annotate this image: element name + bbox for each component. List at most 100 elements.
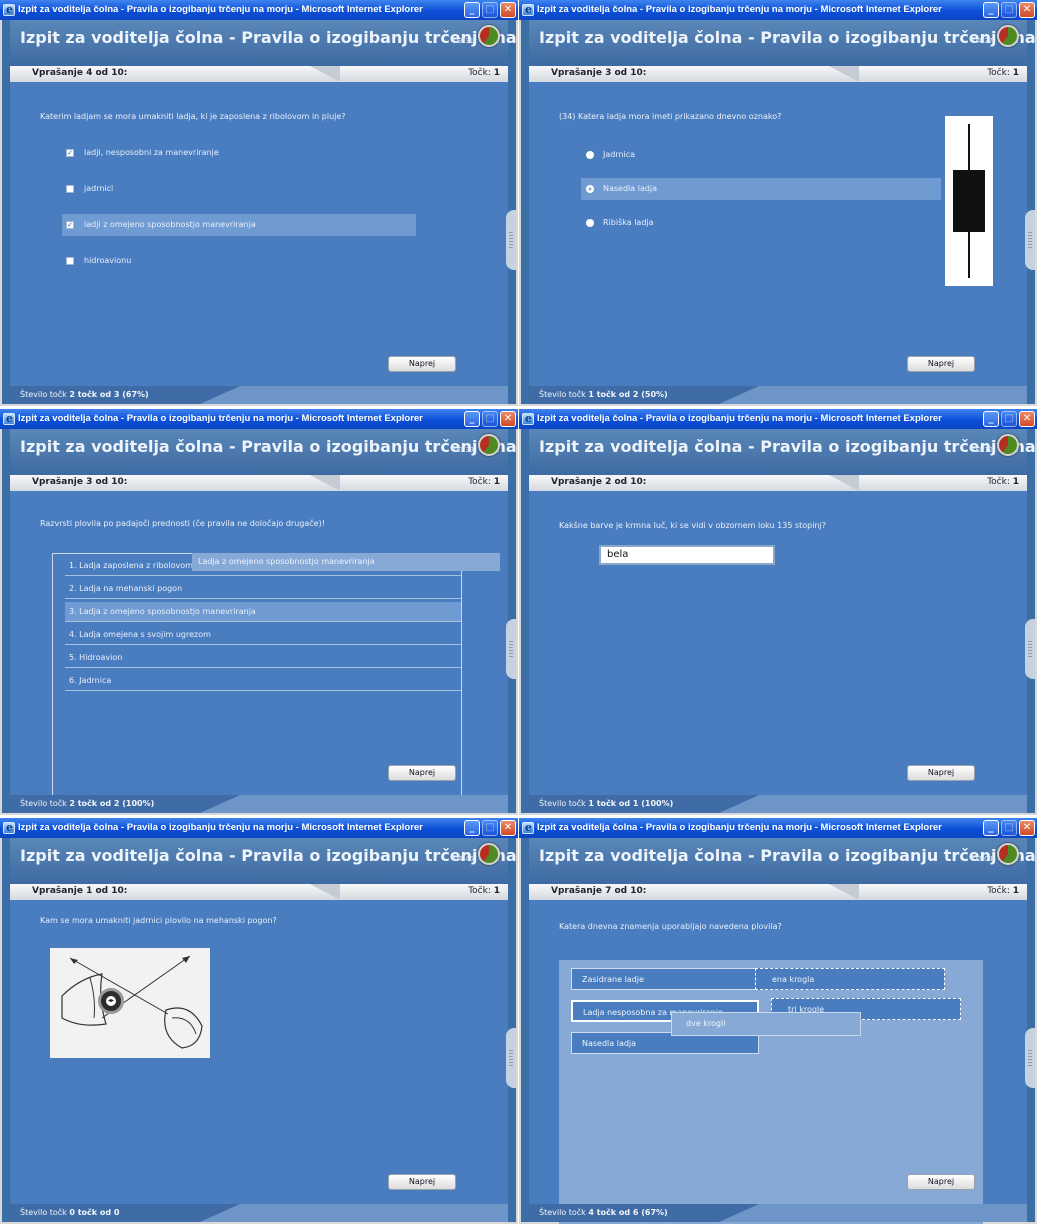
maximize-button[interactable]: □ (482, 2, 498, 18)
side-drawer-handle[interactable] (506, 1028, 516, 1088)
app-header: Izpit za voditelja čolna - Pravila o izo… (529, 429, 1037, 475)
option-radio-selected[interactable]: Nasedla ladja (581, 178, 941, 200)
minimize-button[interactable]: _ (464, 411, 480, 427)
app-client: Izpit za voditelja čolna - Pravila o izo… (521, 838, 1037, 1224)
internet-explorer-icon (522, 409, 534, 429)
window-titlebar[interactable]: Izpit za voditelja čolna - Pravila o izo… (0, 818, 518, 838)
points-label: Točk: (987, 68, 1010, 78)
maximize-button[interactable]: □ (1001, 820, 1017, 836)
side-drawer-handle[interactable] (1025, 1028, 1035, 1088)
status-value: 4 točk od 6 (67%) (588, 1208, 668, 1217)
checkbox-unchecked-icon[interactable] (66, 257, 74, 265)
clock-icon (478, 25, 500, 47)
maximize-button[interactable]: □ (482, 411, 498, 427)
side-drawer-handle[interactable] (1025, 210, 1035, 270)
checkbox-checked-icon[interactable]: ✓ (66, 221, 74, 229)
minimize-button[interactable]: _ (464, 2, 480, 18)
radio-unselected-icon[interactable] (586, 151, 594, 159)
status-decoration (759, 795, 1027, 813)
question-text: Kam se mora umakniti jadrnici plovilo na… (40, 916, 277, 925)
window-titlebar[interactable]: Izpit za voditelja čolna - Pravila o izo… (519, 409, 1037, 429)
timer: 03:31 (453, 37, 474, 45)
question-panel: Kakšne barve je krmna luč, ki se vidi v … (529, 491, 1027, 795)
match-drop-target[interactable]: ena krogla (755, 968, 945, 990)
question-text: Katerim ladjam se mora umakniti ladja, k… (40, 112, 346, 121)
window-title: Izpit za voditelja čolna - Pravila o izo… (537, 4, 942, 15)
status-label: Število točk (539, 799, 586, 808)
checkbox-unchecked-icon[interactable] (66, 185, 74, 193)
checkbox-checked-icon[interactable]: ✓ (66, 149, 74, 157)
play-icon[interactable]: ◂▸ (106, 996, 116, 1006)
next-button[interactable]: Naprej (907, 356, 975, 372)
question-text: Katera dnevna znamenja uporabljajo naved… (559, 922, 782, 931)
points-label: Točk: (987, 477, 1010, 487)
side-drawer-handle[interactable] (1025, 619, 1035, 679)
next-button[interactable]: Naprej (907, 765, 975, 781)
app-title: Izpit za voditelja čolna - Pravila o izo… (539, 437, 1037, 456)
window-titlebar[interactable]: Izpit za voditelja čolna - Pravila o izo… (519, 0, 1037, 20)
window-title: Izpit za voditelja čolna - Pravila o izo… (18, 822, 423, 833)
close-button[interactable]: ✕ (1019, 820, 1035, 836)
status-value: 2 točk od 2 (100%) (69, 799, 155, 808)
internet-explorer-icon (522, 0, 534, 20)
minimize-button[interactable]: _ (464, 820, 480, 836)
minimize-button[interactable]: _ (983, 820, 999, 836)
option-checkbox[interactable]: ✓ ladji, nesposobni za manevriranje (62, 142, 416, 164)
points-label: Točk: (468, 886, 491, 896)
next-button[interactable]: Naprej (388, 765, 456, 781)
window-title: Izpit za voditelja čolna - Pravila o izo… (537, 413, 942, 424)
radio-unselected-icon[interactable] (586, 219, 594, 227)
match-left-item[interactable]: Zasidrane ladje (571, 968, 759, 990)
answer-input[interactable]: bela (599, 545, 775, 565)
clock-icon (997, 843, 1019, 865)
close-button[interactable]: ✕ (1019, 2, 1035, 18)
window-title: Izpit za voditelja čolna - Pravila o izo… (537, 822, 942, 833)
window-titlebar[interactable]: Izpit za voditelja čolna - Pravila o izo… (519, 818, 1037, 838)
day-shape-cylinder (953, 170, 985, 232)
dragged-item[interactable]: Ladja z omejeno sposobnostjo manevriranj… (192, 553, 500, 571)
status-decoration (240, 386, 508, 404)
window-titlebar[interactable]: Izpit za voditelja čolna - Pravila o izo… (0, 409, 518, 429)
ranking-item[interactable]: 6. Jadrnica (65, 671, 461, 691)
day-shape-image (945, 116, 993, 286)
side-drawer-handle[interactable] (506, 619, 516, 679)
status-label: Število točk (20, 799, 67, 808)
ranking-item[interactable]: 4. Ladja omejena s svojim ugrezom (65, 625, 461, 645)
points-label: Točk: (987, 886, 1010, 896)
close-button[interactable]: ✕ (500, 411, 516, 427)
question-bar: Vprašanje 3 od 10: Točk: 1 (529, 66, 1027, 82)
close-button[interactable]: ✕ (500, 820, 516, 836)
option-radio[interactable]: Ribiška ladja (581, 212, 941, 234)
next-button[interactable]: Naprej (907, 1174, 975, 1190)
next-button[interactable]: Naprej (388, 1174, 456, 1190)
app-title: Izpit za voditelja čolna - Pravila o izo… (539, 28, 1037, 47)
ranking-item-highlighted[interactable]: 3. Ladja z omejeno sposobnostjo manevrir… (65, 602, 461, 622)
option-checkbox[interactable]: hidroavionu (62, 250, 416, 272)
ranking-item[interactable]: 5. Hidroavion (65, 648, 461, 668)
close-button[interactable]: ✕ (1019, 411, 1035, 427)
ranking-item[interactable]: 2. Ladja na mehanski pogon (65, 579, 461, 599)
side-drawer-handle[interactable] (506, 210, 516, 270)
window-titlebar[interactable]: Izpit za voditelja čolna - Pravila o izo… (0, 0, 518, 20)
option-radio[interactable]: Jadrnica (581, 144, 941, 166)
option-checkbox-selected[interactable]: ✓ ladji z omejeno sposobnostjo manevriran… (62, 214, 416, 236)
next-button[interactable]: Naprej (388, 356, 456, 372)
header-divider-decoration (310, 884, 340, 900)
status-decoration (719, 1204, 759, 1222)
radio-selected-icon[interactable] (586, 185, 594, 193)
points-indicator: Točk: 1 (987, 68, 1019, 78)
timer: 04:27 (972, 37, 993, 45)
minimize-button[interactable]: _ (983, 2, 999, 18)
option-label: jadrnici (84, 184, 114, 193)
window-q1-image: Izpit za voditelja čolna - Pravila o izo… (0, 818, 518, 1224)
app-title: Izpit za voditelja čolna - Pravila o izo… (20, 437, 518, 456)
app-header: Izpit za voditelja čolna - Pravila o izo… (10, 429, 518, 475)
dragged-answer[interactable]: dve krogli (671, 1012, 861, 1036)
minimize-button[interactable]: _ (983, 411, 999, 427)
maximize-button[interactable]: □ (482, 820, 498, 836)
timer: 04:45 (453, 855, 474, 863)
close-button[interactable]: ✕ (500, 2, 516, 18)
maximize-button[interactable]: □ (1001, 411, 1017, 427)
maximize-button[interactable]: □ (1001, 2, 1017, 18)
option-checkbox[interactable]: jadrnici (62, 178, 416, 200)
